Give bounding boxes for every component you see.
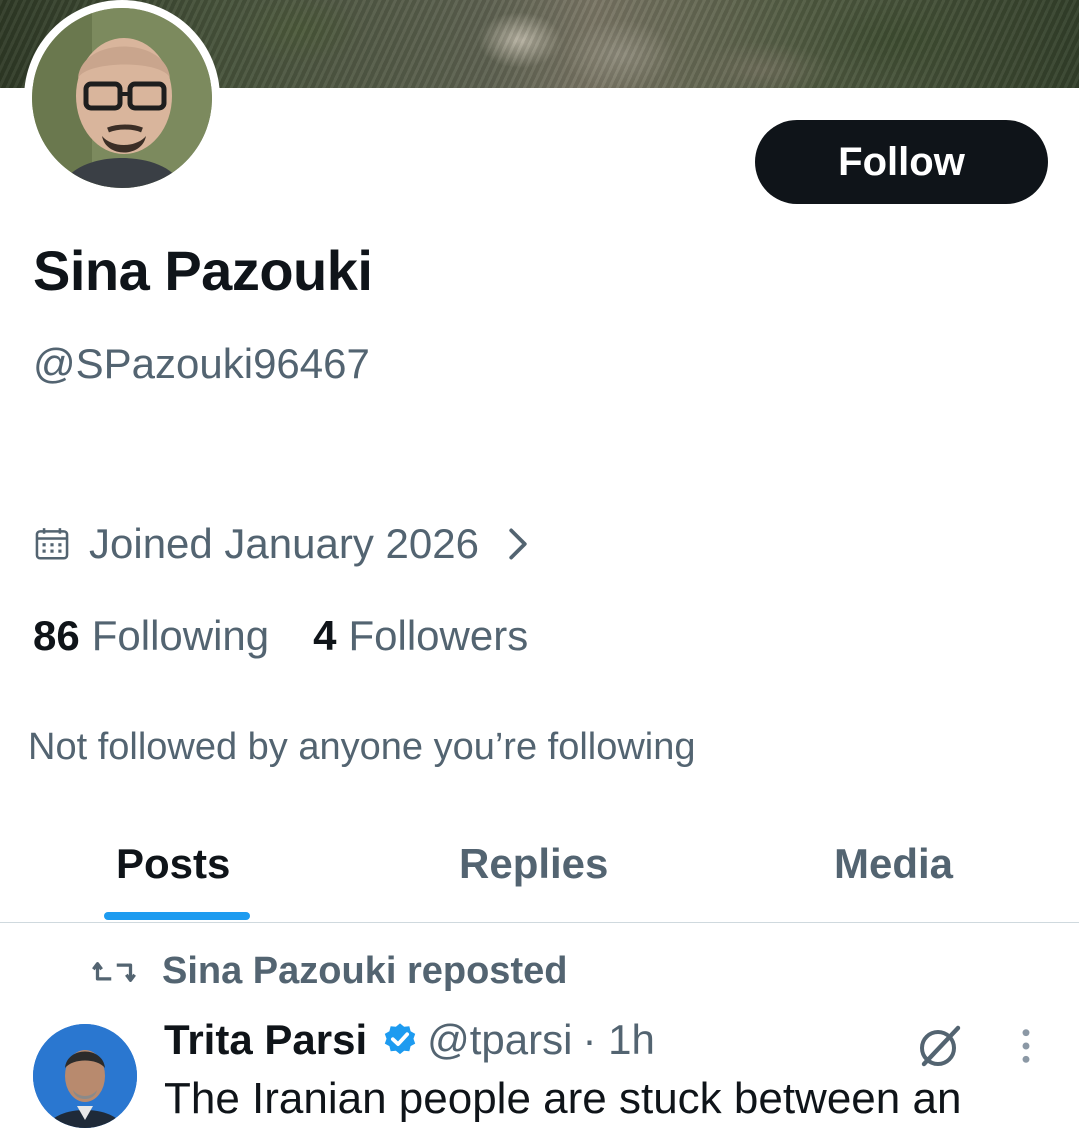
joined-date-row[interactable]: Joined January 2026	[33, 520, 531, 568]
profile-avatar-image	[32, 8, 212, 188]
more-icon[interactable]	[1012, 1026, 1040, 1066]
post-author-handle[interactable]: @tparsi	[427, 1016, 572, 1064]
verified-badge-icon[interactable]	[381, 1021, 419, 1059]
chevron-right-icon	[509, 528, 527, 560]
tab-posts[interactable]: Posts	[116, 840, 230, 888]
profile-tabs: Posts Replies Media	[0, 810, 1079, 923]
calendar-icon	[35, 528, 69, 560]
follow-stats: 86 Following 4 Followers	[33, 612, 572, 660]
post-timestamp[interactable]: · 1h	[582, 1016, 654, 1064]
joined-date-text: Joined January 2026	[89, 520, 479, 567]
author-portrait	[33, 1024, 137, 1128]
tab-media[interactable]: Media	[834, 840, 953, 888]
mutual-followers-text: Not followed by anyone you’re following	[28, 726, 696, 768]
follow-button[interactable]: Follow	[755, 120, 1048, 204]
followers-link[interactable]: 4 Followers	[313, 612, 528, 660]
tab-replies[interactable]: Replies	[459, 840, 608, 888]
grok-icon[interactable]	[916, 1022, 964, 1070]
post-body-text: The Iranian people are stuck between an	[164, 1074, 962, 1123]
following-label: Following	[91, 612, 270, 659]
repost-icon	[92, 961, 136, 982]
following-count: 86	[33, 612, 80, 659]
profile-handle: @SPazouki96467	[33, 340, 370, 387]
avatar-portrait	[32, 8, 212, 188]
post-header: Trita Parsi @tparsi · 1h	[164, 1016, 655, 1064]
active-tab-indicator	[104, 912, 250, 920]
post-author-name[interactable]: Trita Parsi	[164, 1016, 367, 1064]
post-author-avatar[interactable]	[33, 1024, 137, 1128]
followers-label: Followers	[348, 612, 529, 659]
repost-text: Sina Pazouki reposted	[162, 950, 568, 992]
profile-avatar[interactable]	[24, 0, 220, 196]
profile-display-name: Sina Pazouki	[33, 239, 373, 302]
following-link[interactable]: 86 Following	[33, 612, 269, 660]
followers-count: 4	[313, 612, 337, 659]
repost-indicator[interactable]: Sina Pazouki reposted	[92, 950, 567, 993]
